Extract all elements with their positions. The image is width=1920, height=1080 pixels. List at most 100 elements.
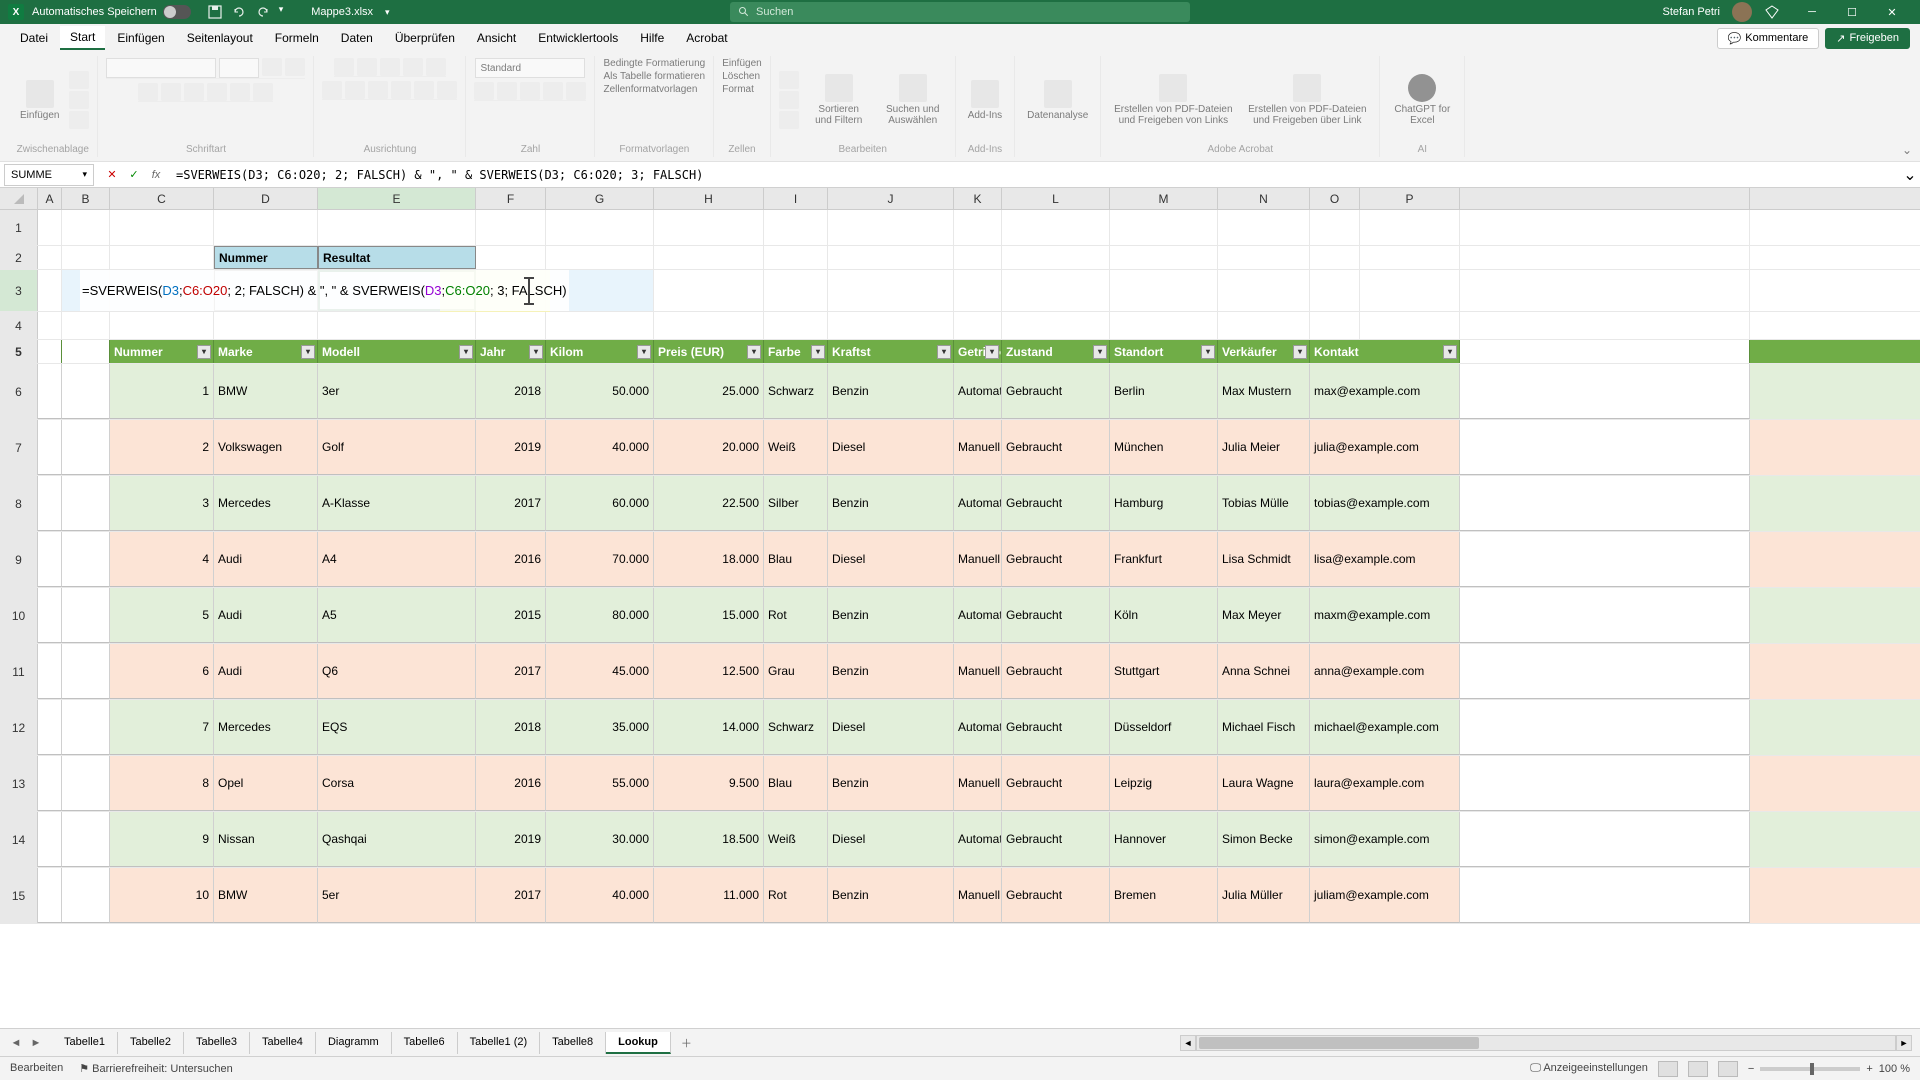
row-header-3[interactable]: 3 bbox=[0, 270, 38, 311]
display-settings-button[interactable]: 🖵 Anzeigeeinstellungen bbox=[1530, 1062, 1648, 1075]
select-all-corner[interactable] bbox=[0, 188, 38, 209]
maximize-button[interactable]: ☐ bbox=[1832, 0, 1872, 24]
cell-nummer[interactable]: 3 bbox=[110, 476, 214, 531]
tab-datei[interactable]: Datei bbox=[10, 27, 58, 49]
sheet-nav-next-icon[interactable]: ► bbox=[28, 1035, 44, 1051]
cell-preis[interactable]: 11.000 bbox=[654, 868, 764, 923]
cell-nummer[interactable]: 5 bbox=[110, 588, 214, 643]
cell-kontakt[interactable]: laura@example.com bbox=[1310, 756, 1460, 811]
cell-kraftstoff[interactable]: Benzin bbox=[828, 756, 954, 811]
cell-marke[interactable]: Audi bbox=[214, 588, 318, 643]
italic-icon[interactable] bbox=[161, 83, 181, 101]
filter-icon[interactable]: ▾ bbox=[1293, 345, 1307, 359]
th-nummer[interactable]: Nummer▾ bbox=[110, 340, 214, 363]
filter-icon[interactable]: ▾ bbox=[811, 345, 825, 359]
th-preis[interactable]: Preis (EUR)▾ bbox=[654, 340, 764, 363]
tab-entwicklertools[interactable]: Entwicklertools bbox=[528, 27, 628, 49]
cell-km[interactable]: 80.000 bbox=[546, 588, 654, 643]
cell-verkaufer[interactable]: Lisa Schmidt bbox=[1218, 532, 1310, 587]
cell-standort[interactable]: Stuttgart bbox=[1110, 644, 1218, 699]
cell-getriebe[interactable]: Automatik bbox=[954, 588, 1002, 643]
merge-icon[interactable] bbox=[437, 81, 457, 99]
tab-acrobat[interactable]: Acrobat bbox=[676, 27, 737, 49]
th-modell[interactable]: Modell▾ bbox=[318, 340, 476, 363]
col-header-C[interactable]: C bbox=[110, 188, 214, 209]
cell-nummer[interactable]: 10 bbox=[110, 868, 214, 923]
filter-icon[interactable]: ▾ bbox=[197, 345, 211, 359]
cell-kraftstoff[interactable]: Benzin bbox=[828, 644, 954, 699]
cell-kraftstoff[interactable]: Benzin bbox=[828, 588, 954, 643]
cell-preis[interactable]: 25.000 bbox=[654, 364, 764, 419]
scrollbar-thumb[interactable] bbox=[1199, 1037, 1479, 1049]
cell-km[interactable]: 30.000 bbox=[546, 812, 654, 867]
autosave-toggle[interactable]: Automatisches Speichern bbox=[32, 5, 191, 19]
chevron-down-icon[interactable]: ▾ bbox=[82, 169, 87, 180]
col-header-L[interactable]: L bbox=[1002, 188, 1110, 209]
tab-seitenlayout[interactable]: Seitenlayout bbox=[177, 27, 263, 49]
cell-nummer[interactable]: 1 bbox=[110, 364, 214, 419]
add-sheet-button[interactable]: ＋ bbox=[671, 1031, 702, 1055]
cell-farbe[interactable]: Grau bbox=[764, 644, 828, 699]
cell-zustand[interactable]: Gebraucht bbox=[1002, 868, 1110, 923]
th-jahr[interactable]: Jahr▾ bbox=[476, 340, 546, 363]
cell-modell[interactable]: 3er bbox=[318, 364, 476, 419]
cell-km[interactable]: 70.000 bbox=[546, 532, 654, 587]
copy-icon[interactable] bbox=[69, 91, 89, 109]
accessibility-status[interactable]: ⚑ Barrierefreiheit: Untersuchen bbox=[79, 1062, 233, 1075]
cell-nummer[interactable]: 7 bbox=[110, 700, 214, 755]
row-header-5[interactable]: 5 bbox=[0, 340, 38, 363]
col-header-D[interactable]: D bbox=[214, 188, 318, 209]
decrease-decimal-icon[interactable] bbox=[566, 82, 586, 100]
underline-icon[interactable] bbox=[184, 83, 204, 101]
sheet-tab[interactable]: Tabelle1 bbox=[52, 1032, 118, 1054]
indent-increase-icon[interactable] bbox=[414, 81, 434, 99]
conditional-formatting-button[interactable]: Bedingte Formatierung bbox=[603, 58, 705, 69]
th-getriebe[interactable]: Getriebe▾ bbox=[954, 340, 1002, 363]
cell-zustand[interactable]: Gebraucht bbox=[1002, 812, 1110, 867]
cell-zustand[interactable]: Gebraucht bbox=[1002, 644, 1110, 699]
cell-nummer[interactable]: 9 bbox=[110, 812, 214, 867]
cell-jahr[interactable]: 2019 bbox=[476, 420, 546, 475]
search-box[interactable]: Suchen bbox=[730, 2, 1190, 22]
cell-zustand[interactable]: Gebraucht bbox=[1002, 756, 1110, 811]
cell-marke[interactable]: Opel bbox=[214, 756, 318, 811]
cell-verkaufer[interactable]: Max Meyer bbox=[1218, 588, 1310, 643]
cell-preis[interactable]: 12.500 bbox=[654, 644, 764, 699]
formula-input[interactable]: =SVERWEIS(D3; C6:O20; 2; FALSCH) & ", " … bbox=[170, 168, 1900, 182]
cell-verkaufer[interactable]: Julia Müller bbox=[1218, 868, 1310, 923]
cancel-formula-icon[interactable]: ✕ bbox=[102, 165, 122, 185]
cell-jahr[interactable]: 2019 bbox=[476, 812, 546, 867]
cell-marke[interactable]: Audi bbox=[214, 644, 318, 699]
filter-icon[interactable]: ▾ bbox=[985, 345, 999, 359]
col-header-E[interactable]: E bbox=[318, 188, 476, 209]
indent-decrease-icon[interactable] bbox=[391, 81, 411, 99]
bold-icon[interactable] bbox=[138, 83, 158, 101]
align-top-icon[interactable] bbox=[334, 58, 354, 76]
tab-hilfe[interactable]: Hilfe bbox=[630, 27, 674, 49]
cell-modell[interactable]: 5er bbox=[318, 868, 476, 923]
th-km[interactable]: Kilom▾ bbox=[546, 340, 654, 363]
align-middle-icon[interactable] bbox=[357, 58, 377, 76]
cell-farbe[interactable]: Schwarz bbox=[764, 700, 828, 755]
cell-resultat-header[interactable]: Resultat bbox=[318, 246, 476, 269]
cell-jahr[interactable]: 2017 bbox=[476, 476, 546, 531]
cell-nummer-header[interactable]: Nummer bbox=[214, 246, 318, 269]
th-kontakt[interactable]: Kontakt▾ bbox=[1310, 340, 1460, 363]
col-header-blank[interactable] bbox=[1460, 188, 1750, 209]
addins-button[interactable]: Add-Ins bbox=[964, 76, 1006, 125]
cell-zustand[interactable]: Gebraucht bbox=[1002, 532, 1110, 587]
close-button[interactable]: ✕ bbox=[1872, 0, 1912, 24]
cell-standort[interactable]: Düsseldorf bbox=[1110, 700, 1218, 755]
cell-km[interactable]: 35.000 bbox=[546, 700, 654, 755]
row-header-7[interactable]: 7 bbox=[0, 420, 38, 475]
th-verkaufer[interactable]: Verkäufer▾ bbox=[1218, 340, 1310, 363]
th-marke[interactable]: Marke▾ bbox=[214, 340, 318, 363]
filter-icon[interactable]: ▾ bbox=[529, 345, 543, 359]
col-header-F[interactable]: F bbox=[476, 188, 546, 209]
cell-marke[interactable]: Mercedes bbox=[214, 476, 318, 531]
pdf-create-button[interactable]: Erstellen von PDF-Dateien und Freigeben … bbox=[1109, 70, 1237, 130]
clear-icon[interactable] bbox=[779, 111, 799, 129]
delete-cells-button[interactable]: Löschen bbox=[722, 71, 760, 82]
cell-verkaufer[interactable]: Michael Fisch bbox=[1218, 700, 1310, 755]
cell-verkaufer[interactable]: Tobias Mülle bbox=[1218, 476, 1310, 531]
